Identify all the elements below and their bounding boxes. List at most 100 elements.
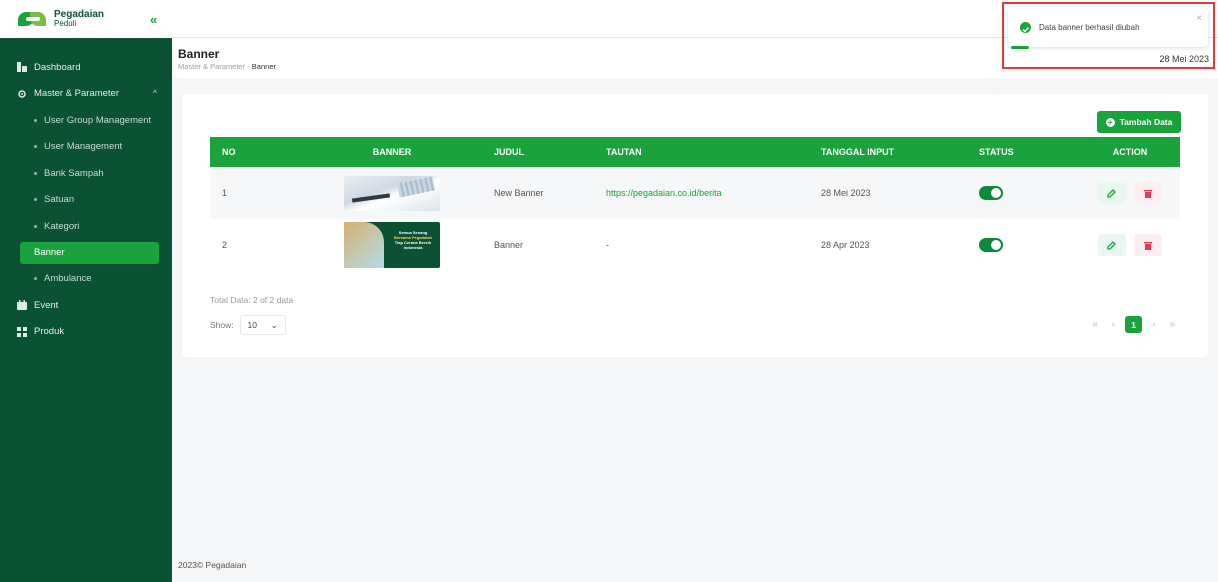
sidebar-item-event[interactable]: Event — [0, 292, 172, 319]
breadcrumb-parent[interactable]: Master & Parameter — [178, 62, 245, 71]
trash-icon — [1144, 189, 1153, 198]
column-header-tanggal-input: TANGGAL INPUT — [821, 147, 895, 157]
bullet-icon — [34, 198, 37, 202]
status-toggle[interactable] — [979, 186, 1003, 200]
sidebar-item-user-management[interactable]: User Management — [0, 134, 172, 161]
sidebar-item-label: Bank Sampah — [44, 167, 104, 179]
next-page-button[interactable]: › — [1152, 319, 1155, 330]
row-judul: New Banner — [494, 188, 544, 198]
bullet-icon — [34, 145, 37, 149]
breadcrumb-current: Banner — [251, 62, 276, 71]
calendar-icon — [16, 300, 27, 311]
status-cell — [967, 219, 1080, 271]
bullet-icon — [34, 118, 37, 122]
table-row: 2 Semua Senang Bersama Pegadaian Tiap Ce… — [210, 219, 1180, 271]
bullet-icon — [34, 171, 37, 175]
banner-thumb-line3: Tiap Cerana Bersih Indonesia — [394, 240, 432, 250]
action-cell — [1080, 219, 1180, 271]
row-tanggal: 28 Mei 2023 — [821, 188, 871, 198]
sidebar-item-bank-sampah[interactable]: Bank Sampah — [0, 160, 172, 187]
sidebar-nav: Dashboard Master & Parameter ^ User Grou… — [0, 38, 172, 345]
column-header-no: NO — [222, 147, 236, 157]
sidebar-item-label: Kategori — [44, 220, 80, 232]
banner-cell: Semua Senang Bersama Pegadaian Tiap Cera… — [302, 219, 482, 271]
sidebar-item-label: Produk — [34, 326, 65, 338]
plus-circle-icon: + — [1105, 117, 1115, 127]
row-no: 2 — [222, 240, 228, 250]
banner-thumbnail[interactable] — [344, 175, 440, 211]
column-header-tautan: TAUTAN — [606, 147, 642, 157]
prev-page-button[interactable]: ‹ — [1112, 319, 1115, 330]
brand: Pegadaian Peduli « — [0, 0, 172, 38]
chevron-down-icon: ⌄ — [270, 319, 278, 330]
toast-progress-bar — [1011, 46, 1029, 49]
footer-copyright: 2023© Pegadaian — [178, 560, 247, 570]
close-icon[interactable]: × — [1196, 13, 1202, 24]
row-tanggal: 28 Apr 2023 — [821, 240, 870, 250]
banner-table: NO BANNER JUDUL TAUTAN TANGGAL INPUT STA… — [210, 137, 1180, 271]
column-header-status: STATUS — [979, 147, 1014, 157]
row-judul: Banner — [494, 240, 524, 250]
dashboard-icon — [16, 62, 27, 73]
page-size-control: Show: 10 ⌄ — [210, 315, 286, 335]
sidebar-item-user-group-management[interactable]: User Group Management — [0, 107, 172, 134]
page-button-current[interactable]: 1 — [1125, 316, 1143, 333]
sidebar-item-label: Master & Parameter — [34, 88, 119, 100]
pegadaian-logo-icon — [18, 10, 48, 28]
show-label: Show: — [210, 320, 234, 330]
banner-card: + Tambah Data NO BANNER JUDUL TAUTAN TAN… — [182, 94, 1208, 357]
toast-message: Data banner berhasil diubah — [1039, 23, 1140, 32]
page-size-value: 10 — [247, 320, 257, 330]
sidebar-item-kategori[interactable]: Kategori — [0, 213, 172, 240]
status-cell — [967, 167, 1080, 219]
brand-sub: Peduli — [54, 19, 77, 28]
toast-highlight: Data banner berhasil diubah × 28 Mei 202… — [1002, 2, 1215, 69]
sidebar-item-dashboard[interactable]: Dashboard — [0, 54, 172, 81]
sidebar-item-ambulance[interactable]: Ambulance — [0, 266, 172, 293]
toast-notification: Data banner berhasil diubah × — [1008, 7, 1208, 49]
sidebar-item-label: Dashboard — [34, 61, 81, 73]
breadcrumb: Master & Parameter - Banner — [178, 62, 276, 71]
add-data-button[interactable]: + Tambah Data — [1097, 111, 1181, 133]
pagination: « ‹ 1 › » — [1085, 316, 1182, 333]
sidebar-item-label: Satuan — [44, 194, 75, 206]
column-header-action: ACTION — [1112, 147, 1148, 157]
breadcrumb-separator: - — [247, 62, 250, 71]
settings-icon — [16, 88, 27, 99]
header-date: 28 Mei 2023 — [1159, 54, 1209, 64]
table-row: 1 New Banner https://pegadaian.co.id/ber… — [210, 167, 1180, 219]
row-no: 1 — [222, 188, 228, 198]
sidebar-item-label: User Management — [44, 141, 123, 153]
sidebar-item-label: Event — [34, 299, 59, 311]
table-header-row: NO BANNER JUDUL TAUTAN TANGGAL INPUT STA… — [210, 137, 1180, 167]
edit-icon — [1107, 240, 1117, 250]
edit-button[interactable] — [1097, 182, 1126, 204]
collapse-sidebar-button[interactable]: « — [150, 12, 157, 27]
page-title: Banner — [178, 47, 220, 61]
delete-button[interactable] — [1134, 182, 1163, 204]
edit-button[interactable] — [1097, 234, 1126, 256]
row-tautan-link[interactable]: https://pegadaian.co.id/berita — [594, 167, 809, 219]
first-page-button[interactable]: « — [1092, 319, 1098, 330]
sidebar-item-satuan[interactable]: Satuan — [0, 187, 172, 214]
edit-icon — [1107, 188, 1117, 198]
grid-icon — [16, 326, 27, 337]
sidebar-item-produk[interactable]: Produk — [0, 319, 172, 346]
trash-icon — [1144, 241, 1153, 250]
sidebar-item-master-parameter[interactable]: Master & Parameter ^ — [0, 81, 172, 108]
page-size-select[interactable]: 10 ⌄ — [239, 315, 286, 335]
action-cell — [1080, 167, 1180, 219]
delete-button[interactable] — [1134, 234, 1163, 256]
bullet-icon — [34, 277, 37, 281]
sidebar-item-label: Banner — [34, 247, 65, 258]
total-data-text: Total Data: 2 of 2 data — [210, 295, 294, 305]
sidebar-item-banner[interactable]: Banner — [20, 241, 159, 264]
banner-cell — [302, 167, 482, 219]
sidebar-item-label: Ambulance — [44, 273, 92, 285]
brand-name: Pegadaian — [54, 9, 105, 20]
banner-thumbnail[interactable]: Semua Senang Bersama Pegadaian Tiap Cera… — [344, 222, 440, 268]
status-toggle[interactable] — [979, 238, 1003, 252]
add-data-label: Tambah Data — [1119, 117, 1173, 127]
last-page-button[interactable]: » — [1169, 319, 1175, 330]
sidebar: Pegadaian Peduli « Dashboard Master & Pa… — [0, 0, 172, 582]
